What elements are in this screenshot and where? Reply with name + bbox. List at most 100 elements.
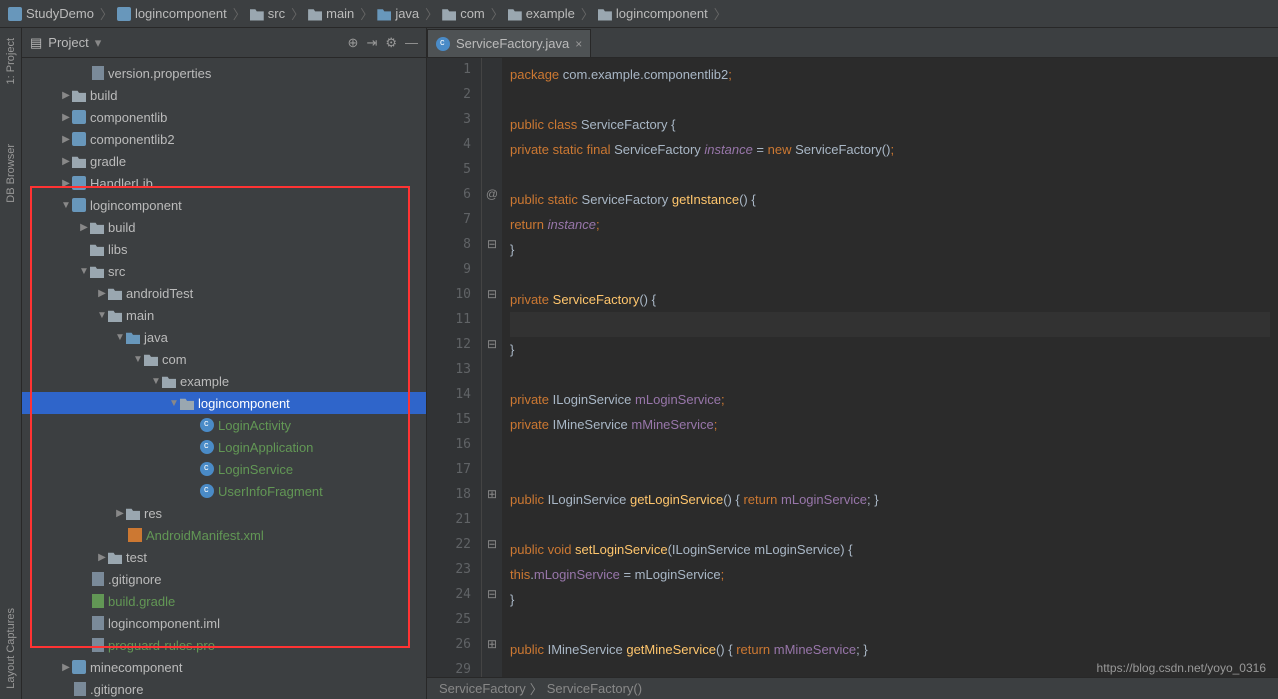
tree-item[interactable]: ▶build [22, 216, 426, 238]
folder-icon [108, 550, 122, 564]
folder-icon [250, 7, 264, 21]
gradle-icon [92, 594, 104, 608]
folder-icon [90, 242, 104, 256]
close-icon[interactable]: × [575, 37, 582, 51]
tree-item[interactable]: ▶build [22, 84, 426, 106]
folder-icon [162, 374, 176, 388]
editor-panel: ServiceFactory.java × 123456789101112131… [427, 28, 1278, 699]
tree-item[interactable]: proguard-rules.pro [22, 634, 426, 656]
folder-icon [90, 264, 104, 278]
crumb[interactable]: ServiceFactory [439, 681, 526, 696]
module-icon [72, 176, 86, 190]
tree-item[interactable]: ▼logincomponent [22, 194, 426, 216]
breadcrumb-item[interactable]: logincomponent [598, 6, 708, 21]
collapse-icon[interactable]: ⇥ [366, 35, 377, 51]
tree-item[interactable]: ▶res [22, 502, 426, 524]
code-editor[interactable]: package com.example.componentlib2; publi… [502, 58, 1278, 677]
folder-icon [442, 7, 456, 21]
folder-icon [377, 7, 391, 21]
tree-item[interactable]: ▶componentlib2 [22, 128, 426, 150]
class-icon [200, 484, 214, 498]
marker-gutter: @⊟ ⊟⊟ ⊞⊟ ⊟⊞ [482, 58, 502, 677]
tree-item[interactable]: LoginActivity [22, 414, 426, 436]
tree-item[interactable]: UserInfoFragment [22, 480, 426, 502]
file-icon [92, 572, 104, 586]
class-icon [200, 462, 214, 476]
bottom-breadcrumbs: ServiceFactory〉 ServiceFactory() [427, 677, 1278, 699]
editor-tab[interactable]: ServiceFactory.java × [427, 29, 591, 57]
tree-item[interactable]: .gitignore [22, 568, 426, 590]
breadcrumb-item[interactable]: src [250, 6, 285, 21]
class-icon [200, 418, 214, 432]
class-icon [436, 37, 450, 51]
folder-icon [126, 330, 140, 344]
tree-item[interactable]: AndroidManifest.xml [22, 524, 426, 546]
breadcrumb-item[interactable]: java [377, 6, 419, 21]
hide-icon[interactable]: — [405, 35, 418, 51]
project-panel: ▤Project▾ ⊕ ⇥ ⚙ — version.properties ▶bu… [22, 28, 427, 699]
file-icon [74, 682, 86, 696]
folder-icon [308, 7, 322, 21]
tree-item[interactable]: ▼main [22, 304, 426, 326]
panel-title[interactable]: ▤Project▾ [30, 35, 348, 51]
xml-icon [128, 528, 142, 542]
line-number-gutter: 1234567891011121314151617182122232425262… [427, 58, 482, 677]
folder-icon [126, 506, 140, 520]
tree-item[interactable]: ▼example [22, 370, 426, 392]
breadcrumb-item[interactable]: logincomponent [117, 6, 227, 21]
watermark: https://blog.csdn.net/yoyo_0316 [1097, 661, 1266, 675]
folder-icon [180, 396, 194, 410]
tab-bar: ServiceFactory.java × [427, 28, 1278, 58]
folder-icon [508, 7, 522, 21]
folder-icon [108, 286, 122, 300]
breadcrumb-item[interactable]: StudyDemo [8, 6, 94, 21]
left-tool-gutter: 1: Project DB Browser Layout Captures [0, 28, 22, 699]
tree-item[interactable]: ▶gradle [22, 150, 426, 172]
folder-icon [108, 308, 122, 322]
tree-item[interactable]: ▶androidTest [22, 282, 426, 304]
tree-item[interactable]: version.properties [22, 62, 426, 84]
module-icon [72, 110, 86, 124]
breadcrumb-item[interactable]: main [308, 6, 354, 21]
tree-item-selected[interactable]: ▼logincomponent [22, 392, 426, 414]
file-icon [92, 638, 104, 652]
tree-item[interactable]: ▶HandlerLib [22, 172, 426, 194]
breadcrumb-item[interactable]: example [508, 6, 575, 21]
module-icon [72, 198, 86, 212]
tree-item[interactable]: LoginApplication [22, 436, 426, 458]
file-icon [92, 66, 104, 80]
crumb[interactable]: ServiceFactory() [547, 681, 642, 696]
breadcrumb-item[interactable]: com [442, 6, 485, 21]
gutter-tab-db[interactable]: DB Browser [5, 144, 17, 203]
module-icon [72, 132, 86, 146]
folder-icon [72, 154, 86, 168]
module-icon [8, 7, 22, 21]
tree-item[interactable]: ▶test [22, 546, 426, 568]
module-icon [117, 7, 131, 21]
gutter-tab-project[interactable]: 1: Project [5, 38, 17, 84]
tree-item[interactable]: logincomponent.iml [22, 612, 426, 634]
project-tree[interactable]: version.properties ▶build ▶componentlib … [22, 58, 426, 699]
tree-item[interactable]: .gitignore [22, 678, 426, 699]
tree-item[interactable]: build.gradle [22, 590, 426, 612]
tree-item[interactable]: ▼src [22, 260, 426, 282]
folder-icon [72, 88, 86, 102]
folder-icon [598, 7, 612, 21]
breadcrumb-bar: StudyDemo〉 logincomponent〉 src〉 main〉 ja… [0, 0, 1278, 28]
module-icon [72, 660, 86, 674]
tab-label: ServiceFactory.java [456, 36, 569, 51]
tree-item[interactable]: ▶minecomponent [22, 656, 426, 678]
tree-item[interactable]: libs [22, 238, 426, 260]
tree-item[interactable]: ▼java [22, 326, 426, 348]
panel-header: ▤Project▾ ⊕ ⇥ ⚙ — [22, 28, 426, 58]
locate-icon[interactable]: ⊕ [348, 35, 359, 51]
file-icon [92, 616, 104, 630]
tree-item[interactable]: LoginService [22, 458, 426, 480]
gear-icon[interactable]: ⚙ [385, 35, 397, 51]
folder-icon [144, 352, 158, 366]
gutter-tab-layout[interactable]: Layout Captures [5, 608, 17, 689]
folder-icon [90, 220, 104, 234]
class-icon [200, 440, 214, 454]
tree-item[interactable]: ▶componentlib [22, 106, 426, 128]
tree-item[interactable]: ▼com [22, 348, 426, 370]
